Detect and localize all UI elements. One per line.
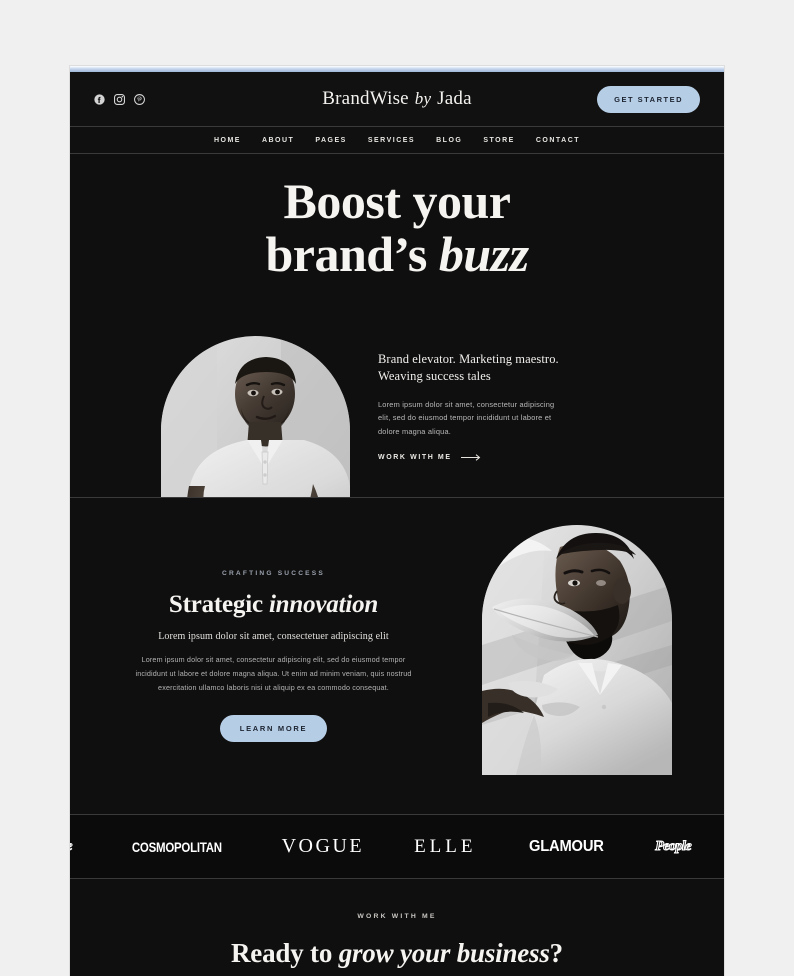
- nav-item-services[interactable]: SERVICES: [368, 137, 415, 144]
- brand-logo-glamour: GLAMOUR: [528, 837, 604, 855]
- nav-item-about[interactable]: ABOUT: [262, 137, 294, 144]
- cta-heading: Ready to grow your business?: [70, 938, 724, 969]
- strategic-subheading: Lorem ipsum dolor sit amet, consectetuer…: [158, 630, 389, 642]
- strategic-button-wrapper: LEARN MORE: [126, 714, 421, 742]
- nav-item-store[interactable]: STORE: [483, 137, 515, 144]
- strategic-portrait-image: [482, 525, 672, 775]
- brand-logo-elle: ELLE: [414, 835, 477, 857]
- header-cta-wrapper: GET STARTED: [550, 85, 700, 113]
- hero-title-line2-italic: buzz: [438, 226, 529, 282]
- nav-item-blog[interactable]: BLOG: [436, 137, 462, 144]
- nav-item-contact[interactable]: CONTACT: [536, 137, 580, 144]
- nav-item-pages[interactable]: PAGES: [315, 137, 347, 144]
- nav-item-home[interactable]: HOME: [214, 137, 241, 144]
- hero-portrait-photo: [161, 336, 350, 497]
- marquee-track: People COSMOPOLITAN VOGUE ELLE GLAMOUR P…: [70, 835, 724, 858]
- bottom-cta-section: WORK WITH ME Ready to grow your business…: [70, 879, 724, 976]
- strategic-heading-plain: Strategic: [168, 591, 269, 618]
- brand-logo-vogue: VOGUE: [281, 835, 365, 857]
- browser-top-accent-strip: [70, 66, 724, 72]
- brand-logo-cosmopolitan: COSMOPOLITAN: [131, 838, 222, 855]
- hero-body-text: Lorem ipsum dolor sit amet, consectetur …: [378, 399, 555, 436]
- work-with-me-link[interactable]: WORK WITH ME: [378, 454, 568, 461]
- strategic-text-column: CRAFTING SUCCESS Strategic innovation Lo…: [126, 570, 421, 742]
- hero-title-line2-plain: brand’s: [265, 226, 439, 282]
- strategic-heading-italic: innovation: [268, 591, 379, 618]
- work-with-me-link-label: WORK WITH ME: [378, 453, 452, 461]
- strategic-heading: Strategic innovation: [126, 591, 421, 619]
- pinterest-icon[interactable]: [134, 93, 145, 105]
- strategic-innovation-section: CRAFTING SUCCESS Strategic innovation Lo…: [70, 498, 724, 814]
- strategic-eyebrow: CRAFTING SUCCESS: [222, 570, 325, 577]
- get-started-button[interactable]: GET STARTED: [597, 85, 700, 113]
- brand-logo-people-2: People: [655, 838, 692, 854]
- facebook-icon[interactable]: [94, 93, 105, 105]
- hero-subheading: Brand elevator. Marketing maestro. Weavi…: [378, 352, 559, 384]
- logo-text-part1: BrandWise: [322, 88, 414, 109]
- main-navigation: HOME ABOUT PAGES SERVICES BLOG STORE CON…: [70, 127, 724, 153]
- cta-eyebrow: WORK WITH ME: [357, 913, 437, 920]
- website-mockup-frame: BrandWise by Jada GET STARTED HOME ABOUT…: [70, 66, 724, 976]
- strategic-portrait-photo: [482, 525, 672, 775]
- hero-copy-block: Brand elevator. Marketing maestro. Weavi…: [378, 351, 568, 461]
- hero-title: Boost your brand’s buzz: [70, 176, 724, 279]
- site-header: BrandWise by Jada GET STARTED: [70, 72, 724, 126]
- hero-title-line1: Boost your: [283, 173, 511, 229]
- cta-heading-plain: Ready to: [231, 938, 339, 968]
- logo-text-part2: Jada: [432, 88, 472, 109]
- page-canvas: BrandWise by Jada GET STARTED HOME ABOUT…: [0, 0, 794, 976]
- learn-more-button[interactable]: LEARN MORE: [219, 714, 328, 742]
- brand-logo-people: People: [70, 838, 73, 855]
- hero-section: Boost your brand’s buzz Brand elevator. …: [70, 154, 724, 497]
- cta-heading-italic: grow your business: [338, 938, 550, 968]
- hero-portrait-image: [161, 336, 350, 497]
- logo-text-by: by: [414, 89, 432, 108]
- cta-heading-tail: ?: [549, 938, 564, 968]
- arrow-right-icon: [460, 453, 483, 461]
- strategic-body-text: Lorem ipsum dolor sit amet, consectetur …: [135, 654, 412, 692]
- instagram-icon[interactable]: [114, 93, 125, 105]
- brand-logos-marquee: People COSMOPOLITAN VOGUE ELLE GLAMOUR P…: [70, 815, 724, 878]
- site-logo-wordmark[interactable]: BrandWise by Jada: [244, 88, 550, 110]
- hero-title-line2: brand’s buzz: [70, 229, 724, 279]
- strategic-image-wrapper: [482, 525, 672, 775]
- social-links-group: [94, 93, 244, 105]
